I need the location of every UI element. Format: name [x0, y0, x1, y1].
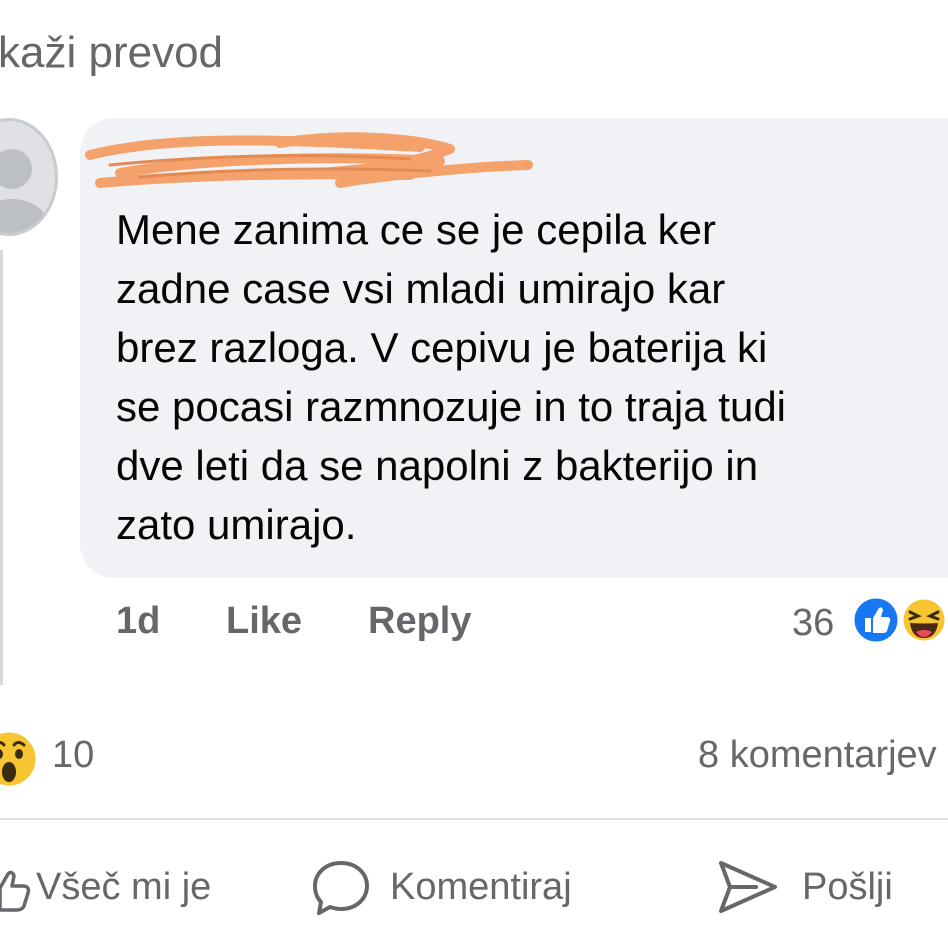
- commenter-avatar[interactable]: [0, 118, 58, 236]
- like-icon: [851, 595, 901, 645]
- comment-reactions[interactable]: [850, 594, 948, 651]
- haha-icon: [900, 596, 948, 644]
- comment-like-button[interactable]: Like: [226, 600, 302, 643]
- wow-icon[interactable]: [0, 728, 40, 790]
- post-reaction-count[interactable]: 10: [52, 734, 94, 777]
- comments-count[interactable]: 8 komentarjev: [698, 734, 937, 777]
- comment-reply-button[interactable]: Reply: [368, 600, 471, 643]
- comment-reaction-count[interactable]: 36: [792, 602, 834, 645]
- thread-line: [0, 250, 3, 685]
- like-action-button[interactable]: Všeč mi je: [36, 866, 211, 909]
- send-icon[interactable]: [716, 855, 780, 919]
- thumbs-up-icon[interactable]: [0, 868, 32, 914]
- divider: [0, 818, 948, 820]
- comment-text: Mene zanima ce se je cepila ker zadne ca…: [116, 206, 787, 548]
- comment-timestamp[interactable]: 1d: [116, 600, 160, 643]
- comment-action-button[interactable]: Komentiraj: [390, 866, 572, 909]
- send-action-button[interactable]: Pošlji: [802, 866, 893, 909]
- redacted-author-name: [85, 132, 533, 188]
- show-translation-link[interactable]: kaži prevod: [0, 28, 223, 78]
- comment-icon[interactable]: [310, 858, 372, 918]
